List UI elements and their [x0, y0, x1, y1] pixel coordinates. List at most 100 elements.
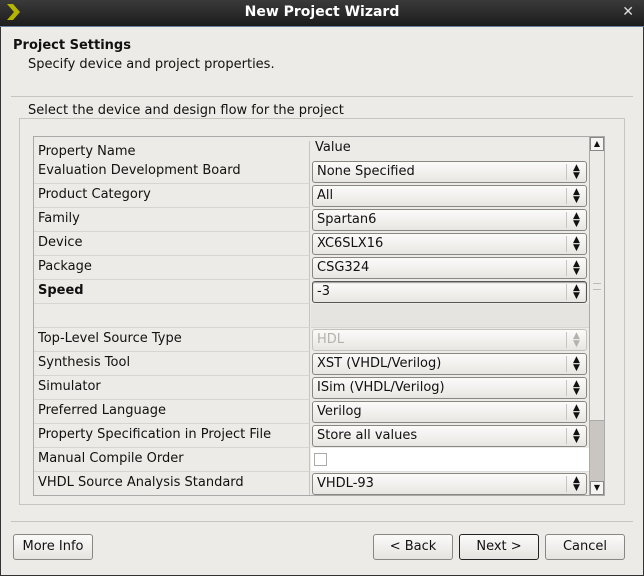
- updown-arrows-icon: ▲ ▼: [566, 284, 586, 301]
- table-row: Top-Level Source Type HDL ▲ ▼: [34, 328, 589, 352]
- property-value: All ▲ ▼: [311, 184, 589, 208]
- property-name: Top-Level Source Type: [34, 328, 310, 352]
- property-name: Property Specification in Project File: [34, 424, 310, 448]
- table-row: VHDL Source Analysis Standard VHDL-93 ▲ ▼: [34, 472, 589, 495]
- manual-compile-order-checkbox[interactable]: [314, 453, 327, 466]
- table-row: Speed -3 ▲ ▼: [34, 280, 589, 304]
- close-icon[interactable]: ✕: [622, 4, 634, 20]
- value-dropdown: HDL ▲ ▼: [312, 329, 587, 351]
- grip-icon: [593, 283, 601, 290]
- dropdown-value: Verilog: [317, 404, 362, 419]
- updown-arrows-icon: ▲ ▼: [566, 164, 586, 181]
- property-name: Simulator: [34, 376, 310, 400]
- window-title: New Project Wizard: [244, 4, 400, 20]
- value-dropdown[interactable]: Verilog ▲ ▼: [312, 401, 587, 423]
- dropdown-value: XC6SLX16: [317, 236, 384, 251]
- back-button[interactable]: < Back: [373, 534, 453, 560]
- property-value: Spartan6 ▲ ▼: [311, 208, 589, 232]
- scroll-down-button[interactable]: ▼: [590, 481, 604, 495]
- updown-arrows-icon: ▲ ▼: [566, 260, 586, 277]
- dropdown-value: Spartan6: [317, 212, 377, 227]
- property-value: VHDL-93 ▲ ▼: [311, 472, 589, 495]
- property-value: None Specified ▲ ▼: [311, 160, 589, 184]
- dropdown-value: Store all values: [317, 428, 418, 443]
- column-header-value[interactable]: Value: [311, 137, 589, 160]
- scrollbar[interactable]: ▲ ▼: [589, 137, 604, 495]
- dropdown-value: HDL: [317, 332, 345, 347]
- property-value: CSG324 ▲ ▼: [311, 256, 589, 280]
- property-name: Manual Compile Order: [34, 448, 310, 472]
- table-row: Product Category All ▲ ▼: [34, 184, 589, 208]
- checkbox-cell: [311, 448, 589, 472]
- property-name: Family: [34, 208, 310, 232]
- property-name: Evaluation Development Board: [34, 160, 310, 184]
- value-dropdown[interactable]: XC6SLX16 ▲ ▼: [312, 233, 587, 255]
- property-name: VHDL Source Analysis Standard: [34, 472, 310, 495]
- group-label: Select the device and design flow for th…: [24, 103, 348, 118]
- value-dropdown[interactable]: CSG324 ▲ ▼: [312, 257, 587, 279]
- separator: [11, 521, 633, 522]
- property-value: XC6SLX16 ▲ ▼: [311, 232, 589, 256]
- cancel-button[interactable]: Cancel: [545, 534, 625, 560]
- property-value: ISim (VHDL/Verilog) ▲ ▼: [311, 376, 589, 400]
- scroll-up-button[interactable]: ▲: [590, 137, 604, 151]
- value-dropdown[interactable]: All ▲ ▼: [312, 185, 587, 207]
- property-value: -3 ▲ ▼: [311, 280, 589, 304]
- table-row: Synthesis Tool XST (VHDL/Verilog) ▲ ▼: [34, 352, 589, 376]
- dropdown-value: None Specified: [317, 164, 415, 179]
- properties-table: Property Name Value Evaluation Developme…: [33, 136, 605, 496]
- table-row: Device XC6SLX16 ▲ ▼: [34, 232, 589, 256]
- updown-arrows-icon: ▲ ▼: [566, 380, 586, 397]
- page-subtitle: Specify device and project properties.: [28, 57, 275, 72]
- table-row: [34, 304, 589, 328]
- dropdown-value: -3: [317, 284, 330, 299]
- property-name: Package: [34, 256, 310, 280]
- title-bar: New Project Wizard ✕: [0, 0, 644, 27]
- property-name: Preferred Language: [34, 400, 310, 424]
- property-value: HDL ▲ ▼: [311, 328, 589, 352]
- property-name: Speed: [34, 280, 310, 304]
- dropdown-value: XST (VHDL/Verilog): [317, 356, 442, 371]
- property-name: Synthesis Tool: [34, 352, 310, 376]
- value-dropdown[interactable]: None Specified ▲ ▼: [312, 161, 587, 183]
- value-dropdown[interactable]: ISim (VHDL/Verilog) ▲ ▼: [312, 377, 587, 399]
- more-info-button[interactable]: More Info: [13, 534, 93, 560]
- value-dropdown[interactable]: -3 ▲ ▼: [312, 281, 587, 303]
- property-value: XST (VHDL/Verilog) ▲ ▼: [311, 352, 589, 376]
- table-row: Family Spartan6 ▲ ▼: [34, 208, 589, 232]
- property-name: Device: [34, 232, 310, 256]
- property-name: Product Category: [34, 184, 310, 208]
- table-row: Evaluation Development Board None Specifi…: [34, 160, 589, 184]
- page-title: Project Settings: [13, 38, 131, 53]
- table-row: Package CSG324 ▲ ▼: [34, 256, 589, 280]
- table-row: Simulator ISim (VHDL/Verilog) ▲ ▼: [34, 376, 589, 400]
- dropdown-value: All: [317, 188, 334, 203]
- table-row: Property Specification in Project File St…: [34, 424, 589, 448]
- table-row: Manual Compile Order: [34, 448, 589, 472]
- separator: [11, 96, 633, 97]
- value-dropdown[interactable]: Store all values ▲ ▼: [312, 425, 587, 447]
- value-dropdown[interactable]: XST (VHDL/Verilog) ▲ ▼: [312, 353, 587, 375]
- dropdown-value: VHDL-93: [317, 476, 374, 491]
- property-value: Store all values ▲ ▼: [311, 424, 589, 448]
- property-value: Verilog ▲ ▼: [311, 400, 589, 424]
- updown-arrows-icon: ▲ ▼: [566, 212, 586, 229]
- updown-arrows-icon: ▲ ▼: [566, 332, 586, 349]
- table-row: Preferred Language Verilog ▲ ▼: [34, 400, 589, 424]
- scroll-thumb[interactable]: [590, 151, 604, 421]
- updown-arrows-icon: ▲ ▼: [566, 428, 586, 445]
- updown-arrows-icon: ▲ ▼: [566, 476, 586, 493]
- property-name: [34, 304, 310, 328]
- next-button[interactable]: Next >: [459, 534, 539, 560]
- value-dropdown[interactable]: VHDL-93 ▲ ▼: [312, 473, 587, 495]
- dropdown-value: ISim (VHDL/Verilog): [317, 380, 445, 395]
- updown-arrows-icon: ▲ ▼: [566, 236, 586, 253]
- updown-arrows-icon: ▲ ▼: [566, 188, 586, 205]
- property-value: [311, 448, 589, 472]
- updown-arrows-icon: ▲ ▼: [566, 356, 586, 373]
- dropdown-value: CSG324: [317, 260, 370, 275]
- updown-arrows-icon: ▲ ▼: [566, 404, 586, 421]
- empty-cell: [311, 304, 589, 328]
- value-dropdown[interactable]: Spartan6 ▲ ▼: [312, 209, 587, 231]
- property-value: [311, 304, 589, 328]
